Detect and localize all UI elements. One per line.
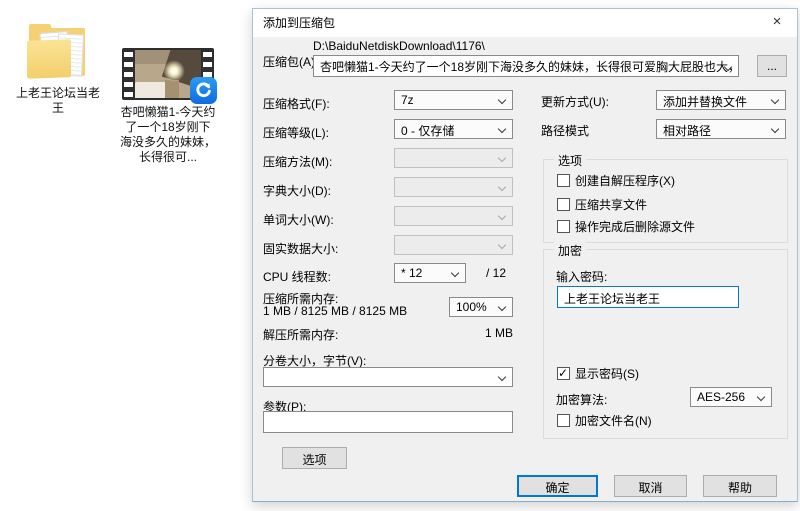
memory-usage-detail: 1 MB / 8125 MB / 8125 MB xyxy=(263,304,408,318)
show-password-checkbox[interactable] xyxy=(557,366,570,380)
update-mode-label: 更新方式(U): xyxy=(541,95,609,109)
folder-icon-label: 上老王论坛当老王 xyxy=(15,86,100,115)
show-password-checkbox-row[interactable]: 显示密码(S) xyxy=(557,365,639,382)
delete-after-label[interactable]: 操作完成后删除源文件 xyxy=(575,218,695,235)
chevron-down-icon xyxy=(770,95,780,105)
options-button[interactable]: 选项 xyxy=(282,447,347,469)
compress-shared-checkbox[interactable] xyxy=(557,198,570,211)
word-size-combobox xyxy=(394,206,513,226)
chevron-down-icon xyxy=(770,124,780,134)
compress-shared-label[interactable]: 压缩共享文件 xyxy=(575,196,647,213)
archive-path: D:\BaiduNetdiskDownload\1176\ xyxy=(313,39,485,53)
chevron-down-icon xyxy=(450,268,460,278)
nightstand xyxy=(165,80,179,98)
player-badge-icon xyxy=(190,77,217,104)
chevron-down-icon xyxy=(756,392,766,402)
lamp-glow xyxy=(163,60,185,82)
word-size-label: 单词大小(W): xyxy=(263,213,334,227)
desktop-icon-video[interactable]: 杏吧懒猫1-今天约了一个18岁刚下海没多久的妹妹，长得很可... xyxy=(120,48,217,165)
filmstrip-left xyxy=(124,50,133,98)
desktop: 上老王论坛当老王 杏吧懒猫1-今天约了一个18岁刚下海没多久的妹妹，长得很可..… xyxy=(0,0,800,511)
dictionary-label: 字典大小(D): xyxy=(263,184,331,198)
level-label: 压缩等级(L): xyxy=(263,126,330,140)
ok-button[interactable]: 确定 xyxy=(517,475,598,497)
chevron-down-icon xyxy=(497,372,507,382)
desktop-icon-folder[interactable]: 上老王论坛当老王 xyxy=(8,24,108,116)
delete-after-checkbox[interactable] xyxy=(557,220,570,233)
encrypt-filenames-checkbox[interactable] xyxy=(557,414,570,427)
dictionary-combobox xyxy=(394,177,513,197)
solid-size-combobox xyxy=(394,235,513,255)
solid-size-label: 固实数据大小: xyxy=(263,242,339,256)
archive-name-value: 杏吧懒猫1-今天约了一个18岁刚下海没多久的妹妹，长得很可爱胸大屁股也大，下面没… xyxy=(320,60,739,74)
video-icon-label: 杏吧懒猫1-今天约了一个18岁刚下海没多久的妹妹，长得很可... xyxy=(120,105,217,164)
create-sfx-label[interactable]: 创建自解压程序(X) xyxy=(575,172,675,189)
folder-icon xyxy=(27,24,89,80)
decompress-memory-label: 解压所需内存: xyxy=(263,328,339,342)
password-label: 输入密码: xyxy=(556,270,608,284)
browse-button[interactable]: ... xyxy=(757,55,787,77)
encrypt-filenames-checkbox-row[interactable]: 加密文件名(N) xyxy=(557,412,652,429)
volume-size-combobox[interactable] xyxy=(263,367,513,387)
encryption-group: 加密 输入密码: 上老王论坛当老王 显示密码(S) 加密算法: AES-256 … xyxy=(543,242,788,439)
decompress-memory-value: 1 MB xyxy=(484,326,513,340)
memory-percent-value: 100% xyxy=(456,300,487,314)
create-sfx-checkbox-row[interactable]: 创建自解压程序(X) xyxy=(557,172,675,189)
cpu-threads-label: CPU 线程数: xyxy=(263,270,332,284)
add-to-archive-dialog: 添加到压缩包 × 压缩包(A) D:\BaiduNetdiskDownload\… xyxy=(252,8,798,502)
circular-arrow-icon xyxy=(196,82,211,98)
encryption-method-label: 加密算法: xyxy=(556,393,608,407)
chevron-down-icon xyxy=(497,302,507,312)
update-mode-value: 添加并替换文件 xyxy=(663,95,748,109)
archive-name-combobox[interactable]: 杏吧懒猫1-今天约了一个18岁刚下海没多久的妹妹，长得很可爱胸大屁股也大，下面没… xyxy=(313,55,739,77)
chevron-down-icon xyxy=(497,211,507,221)
path-mode-combobox[interactable]: 相对路径 xyxy=(656,119,786,139)
cpu-threads-value: * 12 xyxy=(401,266,423,280)
path-mode-value: 相对路径 xyxy=(663,124,712,138)
cpu-threads-combobox[interactable]: * 12 xyxy=(394,263,466,283)
dialog-title: 添加到压缩包 xyxy=(263,16,336,30)
help-button[interactable]: 帮助 xyxy=(703,475,777,497)
level-combobox[interactable]: 0 - 仅存储 xyxy=(394,119,513,139)
format-value: 7z xyxy=(401,93,414,107)
cancel-button[interactable]: 取消 xyxy=(614,475,687,497)
options-group-title: 选项 xyxy=(554,152,587,169)
cpu-threads-total: / 12 xyxy=(486,266,507,280)
video-thumbnail-icon xyxy=(122,48,217,104)
method-combobox xyxy=(394,148,513,168)
chevron-down-icon xyxy=(497,153,507,163)
chevron-down-icon xyxy=(497,95,507,105)
create-sfx-checkbox[interactable] xyxy=(557,174,570,187)
encryption-group-title: 加密 xyxy=(554,242,587,259)
encrypt-filenames-label[interactable]: 加密文件名(N) xyxy=(575,412,652,429)
chevron-down-icon xyxy=(497,240,507,250)
archive-label: 压缩包(A) xyxy=(263,55,315,69)
parameters-input[interactable] xyxy=(263,411,513,433)
format-combobox[interactable]: 7z xyxy=(394,90,513,110)
level-value: 0 - 仅存储 xyxy=(401,124,455,138)
encryption-method-combobox[interactable]: AES-256 xyxy=(690,387,772,407)
chevron-down-icon xyxy=(497,124,507,134)
close-icon[interactable]: × xyxy=(757,9,797,37)
memory-percent-combobox[interactable]: 100% xyxy=(449,297,513,317)
show-password-label[interactable]: 显示密码(S) xyxy=(575,365,639,382)
format-label: 压缩格式(F): xyxy=(263,97,330,111)
folder-front xyxy=(27,39,71,79)
update-mode-combobox[interactable]: 添加并替换文件 xyxy=(656,90,786,110)
compress-shared-checkbox-row[interactable]: 压缩共享文件 xyxy=(557,196,647,213)
password-input[interactable]: 上老王论坛当老王 xyxy=(557,286,739,308)
method-label: 压缩方法(M): xyxy=(263,155,333,169)
chevron-down-icon xyxy=(497,182,507,192)
path-mode-label: 路径模式 xyxy=(541,124,590,138)
options-group: 选项 创建自解压程序(X) 压缩共享文件 操作完成后删除源文件 xyxy=(543,152,788,243)
encryption-method-value: AES-256 xyxy=(697,390,746,404)
delete-after-checkbox-row[interactable]: 操作完成后删除源文件 xyxy=(557,218,695,235)
dialog-titlebar[interactable]: 添加到压缩包 × xyxy=(253,9,797,37)
bed xyxy=(135,82,169,98)
